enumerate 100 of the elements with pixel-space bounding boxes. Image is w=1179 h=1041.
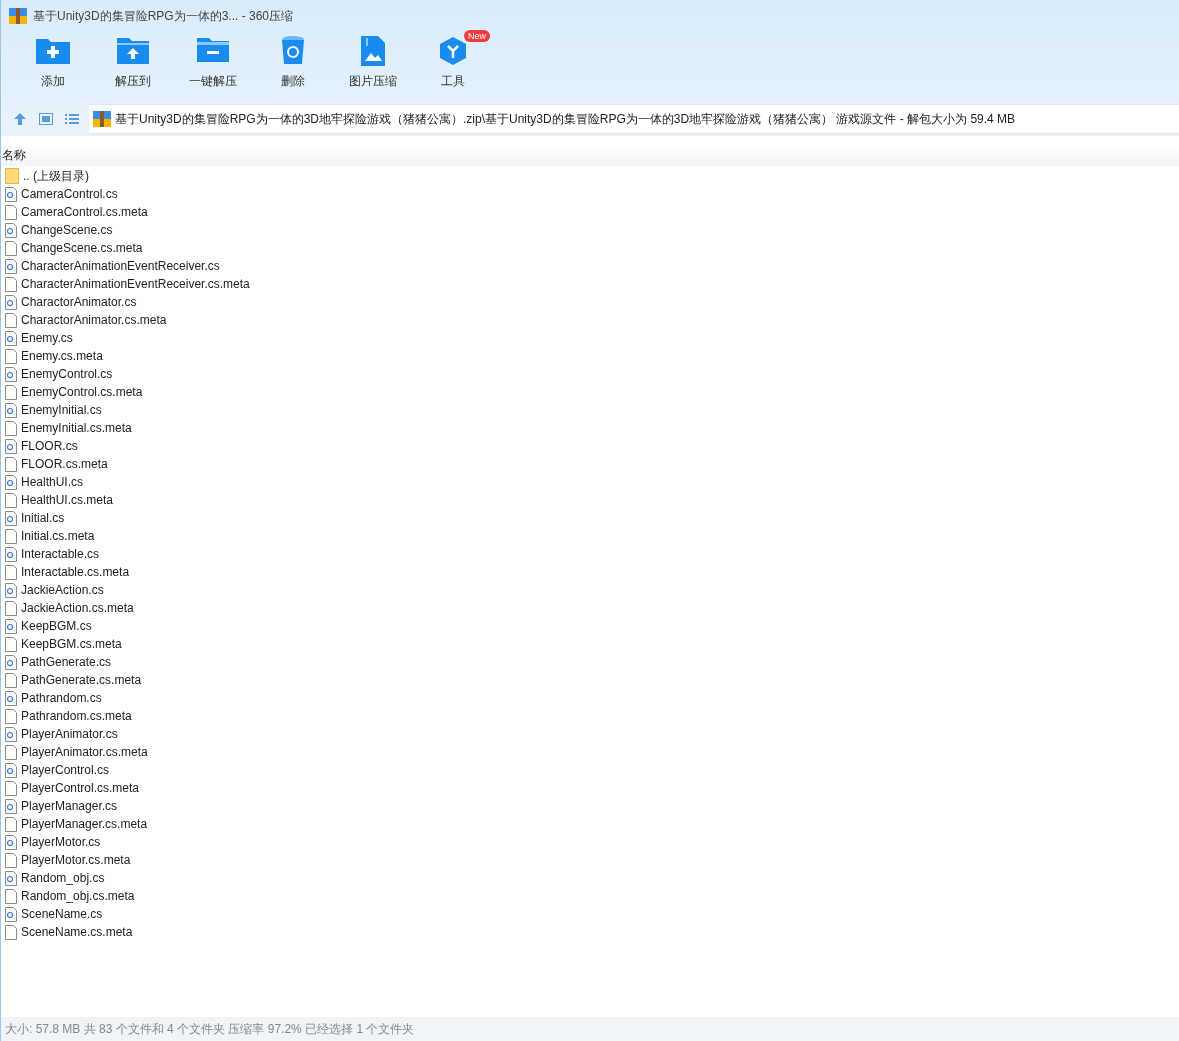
code-file-icon xyxy=(5,654,17,670)
file-name: PlayerManager.cs xyxy=(21,798,118,815)
file-row[interactable]: ChangeScene.cs.meta xyxy=(1,239,1179,257)
file-row[interactable]: PlayerControl.cs.meta xyxy=(1,779,1179,797)
file-row[interactable]: PlayerControl.cs xyxy=(1,761,1179,779)
thumbnail-view-icon[interactable] xyxy=(39,113,53,125)
file-row[interactable]: Initial.cs.meta xyxy=(1,527,1179,545)
file-row[interactable]: JackieAction.cs xyxy=(1,581,1179,599)
file-row[interactable]: CameraControl.cs xyxy=(1,185,1179,203)
file-name: JackieAction.cs.meta xyxy=(21,600,134,617)
folder-plus-icon xyxy=(36,36,70,64)
file-name: Random_obj.cs.meta xyxy=(21,888,135,905)
list-view-icon[interactable] xyxy=(65,113,79,125)
file-row[interactable]: Random_obj.cs.meta xyxy=(1,887,1179,905)
code-file-icon xyxy=(5,870,17,886)
new-badge: New xyxy=(464,30,490,42)
toolbar-button[interactable]: 添加 xyxy=(13,32,93,94)
file-row[interactable]: PathGenerate.cs xyxy=(1,653,1179,671)
file-row[interactable]: CharacterAnimationEventReceiver.cs.meta xyxy=(1,275,1179,293)
file-name: PathGenerate.cs xyxy=(21,654,112,671)
file-row[interactable]: KeepBGM.cs xyxy=(1,617,1179,635)
file-row[interactable]: CharactorAnimator.cs xyxy=(1,293,1179,311)
file-row[interactable]: EnemyInitial.cs xyxy=(1,401,1179,419)
address-field[interactable]: 基于Unity3D的集冒险RPG为一体的3D地牢探险游戏（猪猪公寓）.zip\基于Unity3D的集冒险RPG为一体的3D地牢探险游戏（猪猪公寓） 游戏源文件 - 解包大小为 59.4 MB xyxy=(89,104,1179,134)
code-file-icon xyxy=(5,834,17,850)
file-row[interactable]: Pathrandom.cs xyxy=(1,689,1179,707)
file-row[interactable]: Interactable.cs.meta xyxy=(1,563,1179,581)
file-name: EnemyInitial.cs xyxy=(21,402,102,419)
file-row[interactable]: PlayerManager.cs.meta xyxy=(1,815,1179,833)
file-name: .. (上级目录) xyxy=(23,168,89,185)
file-row[interactable]: PlayerMotor.cs xyxy=(1,833,1179,851)
file-name: JackieAction.cs xyxy=(21,582,104,599)
blank-file-icon xyxy=(5,780,17,796)
file-name: CharactorAnimator.cs.meta xyxy=(21,312,167,329)
file-name: EnemyControl.cs xyxy=(21,366,113,383)
up-arrow-icon[interactable] xyxy=(13,112,27,126)
file-name: Pathrandom.cs.meta xyxy=(21,708,132,725)
file-row[interactable]: PlayerManager.cs xyxy=(1,797,1179,815)
file-row[interactable]: Random_obj.cs xyxy=(1,869,1179,887)
folder-minus-icon xyxy=(197,36,229,62)
archive-icon xyxy=(93,111,111,127)
toolbar-button[interactable]: 一键解压 xyxy=(173,32,253,94)
code-file-icon xyxy=(5,690,17,706)
code-file-icon xyxy=(5,366,17,382)
toolbar-button[interactable]: 图片压缩 xyxy=(333,32,413,94)
blank-file-icon xyxy=(5,888,17,904)
file-row[interactable]: CameraControl.cs.meta xyxy=(1,203,1179,221)
code-file-icon xyxy=(5,330,17,346)
file-row[interactable]: EnemyInitial.cs.meta xyxy=(1,419,1179,437)
file-row[interactable]: FLOOR.cs xyxy=(1,437,1179,455)
file-row[interactable]: PlayerAnimator.cs xyxy=(1,725,1179,743)
file-row[interactable]: PlayerMotor.cs.meta xyxy=(1,851,1179,869)
code-file-icon xyxy=(5,438,17,454)
hexagon-icon xyxy=(438,36,468,66)
file-row[interactable]: KeepBGM.cs.meta xyxy=(1,635,1179,653)
file-name: HealthUI.cs xyxy=(21,474,84,491)
file-row[interactable]: FLOOR.cs.meta xyxy=(1,455,1179,473)
blank-file-icon xyxy=(5,276,17,292)
blank-file-icon xyxy=(5,636,17,652)
blank-file-icon xyxy=(5,744,17,760)
file-name: ChangeScene.cs xyxy=(21,222,113,239)
code-file-icon xyxy=(5,906,17,922)
file-row[interactable]: HealthUI.cs xyxy=(1,473,1179,491)
file-row[interactable]: SceneName.cs xyxy=(1,905,1179,923)
file-name: EnemyControl.cs.meta xyxy=(21,384,143,401)
file-row[interactable]: ChangeScene.cs xyxy=(1,221,1179,239)
code-file-icon xyxy=(5,582,17,598)
blank-file-icon xyxy=(5,528,17,544)
file-name: PlayerManager.cs.meta xyxy=(21,816,148,833)
blank-file-icon xyxy=(5,456,17,472)
column-header[interactable]: 名称 xyxy=(2,146,26,164)
file-name: CharacterAnimationEventReceiver.cs.meta xyxy=(21,276,250,293)
file-row[interactable]: Enemy.cs xyxy=(1,329,1179,347)
file-row[interactable]: Initial.cs xyxy=(1,509,1179,527)
file-name: PathGenerate.cs.meta xyxy=(21,672,142,689)
toolbar-button[interactable]: 工具 New xyxy=(413,32,493,94)
file-row[interactable]: PathGenerate.cs.meta xyxy=(1,671,1179,689)
file-row[interactable]: EnemyControl.cs.meta xyxy=(1,383,1179,401)
file-row[interactable]: CharacterAnimationEventReceiver.cs xyxy=(1,257,1179,275)
file-row[interactable]: HealthUI.cs.meta xyxy=(1,491,1179,509)
file-row[interactable]: PlayerAnimator.cs.meta xyxy=(1,743,1179,761)
file-row[interactable]: Enemy.cs.meta xyxy=(1,347,1179,365)
toolbar-button[interactable]: 解压到 xyxy=(93,32,173,94)
file-row[interactable]: JackieAction.cs.meta xyxy=(1,599,1179,617)
file-name: Enemy.cs xyxy=(21,330,73,347)
file-name: PlayerAnimator.cs xyxy=(21,726,118,743)
code-file-icon xyxy=(5,222,17,238)
file-row[interactable]: CharactorAnimator.cs.meta xyxy=(1,311,1179,329)
blank-file-icon xyxy=(5,600,17,616)
file-name: Random_obj.cs xyxy=(21,870,105,887)
file-row[interactable]: EnemyControl.cs xyxy=(1,365,1179,383)
file-row[interactable]: Pathrandom.cs.meta xyxy=(1,707,1179,725)
file-row[interactable]: Interactable.cs xyxy=(1,545,1179,563)
blank-file-icon xyxy=(5,672,17,688)
code-file-icon xyxy=(5,762,17,778)
blank-file-icon xyxy=(5,204,17,220)
toolbar-button[interactable]: 删除 xyxy=(253,32,333,94)
file-row[interactable]: .. (上级目录) xyxy=(1,167,1179,185)
file-row[interactable]: SceneName.cs.meta xyxy=(1,923,1179,941)
trash-bin-icon xyxy=(281,36,305,66)
